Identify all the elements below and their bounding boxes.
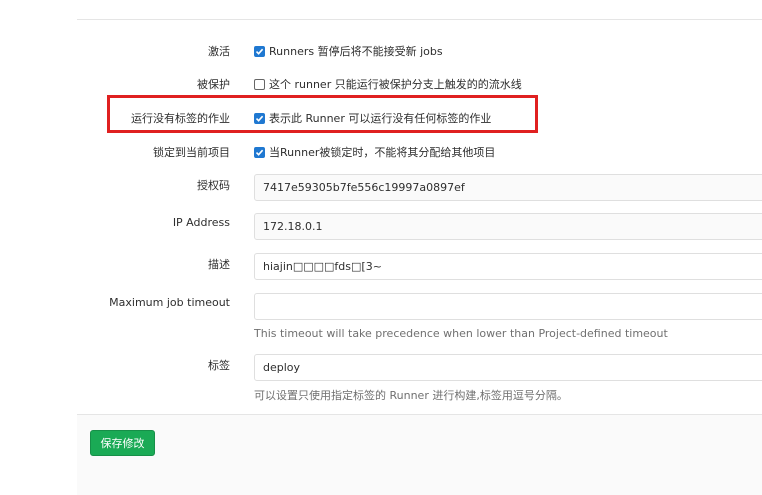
active-label: 激活 [208,45,230,58]
ip-address-field[interactable]: 172.18.0.1 [254,213,762,240]
protected-text: 这个 runner 只能运行被保护分支上触发的的流水线 [269,78,522,91]
max-timeout-label: Maximum job timeout [109,296,230,309]
protected-label: 被保护 [197,78,230,91]
protected-checkbox[interactable] [254,78,265,90]
locked-text: 当Runner被锁定时，不能将其分配给其他项目 [269,146,496,159]
tags-label: 标签 [208,359,230,372]
active-text: Runners 暂停后将不能接受新 jobs [269,45,443,58]
tags-field[interactable]: deploy [254,354,762,381]
top-divider [77,19,762,20]
ip-address-label: IP Address [172,216,230,229]
locked-label: 锁定到当前项目 [153,146,230,159]
locked-checkbox[interactable] [254,146,265,158]
check-icon [255,149,264,156]
highlight-box [107,95,538,133]
token-label: 授权码 [197,179,230,192]
protected-option[interactable]: 这个 runner 只能运行被保护分支上触发的的流水线 [254,76,522,92]
description-field[interactable]: hiajin□□□□fds□[3~ [254,253,762,280]
token-field[interactable]: 7417e59305b7fe556c19997a0897ef [254,174,762,201]
active-checkbox[interactable] [254,45,265,57]
locked-option[interactable]: 当Runner被锁定时，不能将其分配给其他项目 [254,144,495,160]
tags-help: 可以设置只使用指定标签的 Runner 进行构建,标签用逗号分隔。 [254,389,568,402]
save-button[interactable]: 保存修改 [90,430,155,456]
max-timeout-field[interactable] [254,293,762,320]
check-icon [255,48,264,55]
description-label: 描述 [208,258,230,271]
form-footer [77,414,762,495]
max-timeout-help: This timeout will take precedence when l… [254,327,668,340]
active-option[interactable]: Runners 暂停后将不能接受新 jobs [254,43,443,59]
